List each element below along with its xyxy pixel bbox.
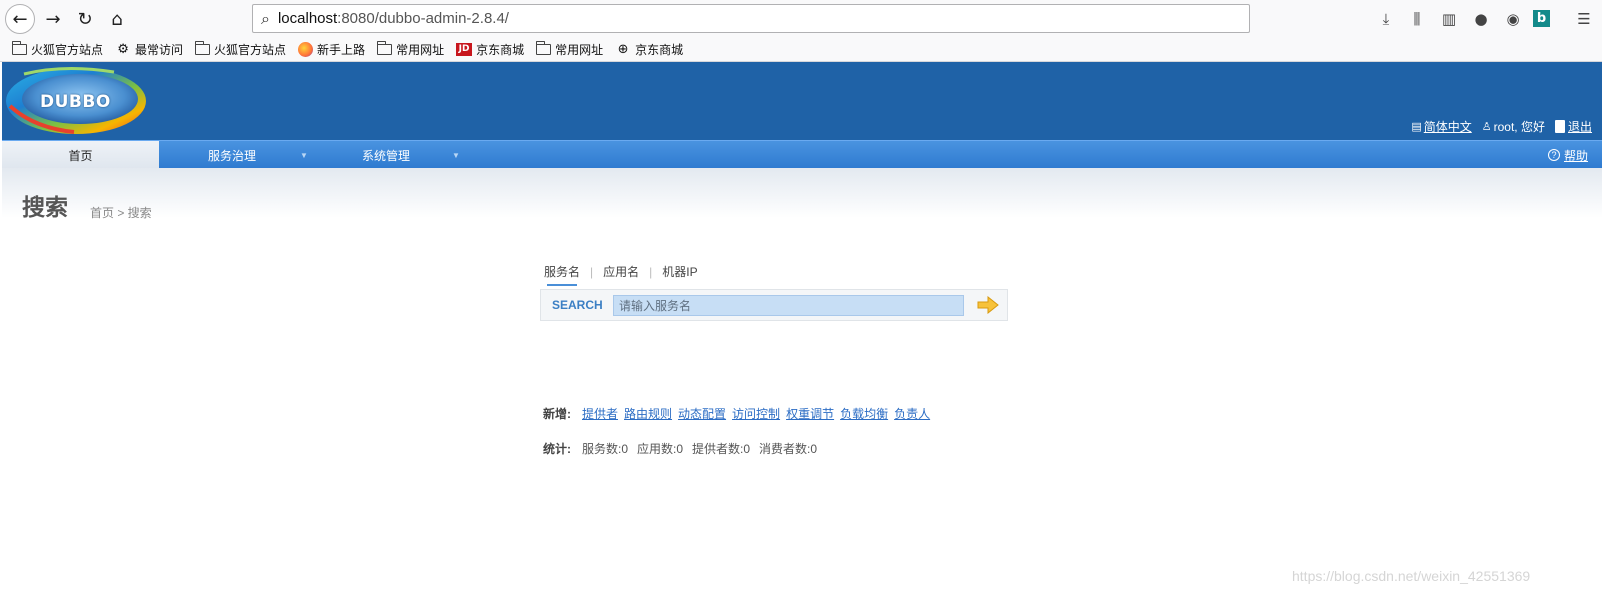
add-row: 新增: 提供者 路由规则 动态配置 访问控制 权重调节 负载均衡 负责人 <box>543 405 936 422</box>
logo-text: DUBBO <box>40 92 111 112</box>
stat-services: 服务数:0 <box>582 442 629 456</box>
help-icon: ? <box>1547 149 1560 161</box>
language-link[interactable]: 简体中文 <box>1424 118 1472 135</box>
stat-consumers: 消费者数:0 <box>759 442 818 456</box>
site-header: DUBBO ▤ 简体中文 ♙ root, 您好 退出 <box>2 62 1602 140</box>
stats-row: 统计: 服务数:0 应用数:0 提供者数:0 消费者数:0 <box>543 440 826 457</box>
gear-icon: ⚙ <box>117 41 129 57</box>
menu-label: 系统管理 <box>362 148 411 163</box>
add-access-link[interactable]: 访问控制 <box>732 405 780 422</box>
page-content: DUBBO ▤ 简体中文 ♙ root, 您好 退出 首页 服务治理 ▼ 系统管理 … <box>2 62 1602 608</box>
watermark: https://blog.csdn.net/weixin_42551369 <box>1292 568 1531 584</box>
firefox-icon <box>298 41 314 57</box>
menu-service-governance[interactable]: 服务治理 ▼ <box>208 141 308 169</box>
bookmark-item[interactable]: 新手上路 <box>298 41 365 58</box>
search-tabs: 服务名 | 应用名 | 机器IP <box>544 263 698 286</box>
stat-providers: 提供者数:0 <box>692 442 751 456</box>
bookmark-item[interactable]: ⊕ 京东商城 <box>615 41 683 58</box>
caret-down-icon: ▼ <box>300 150 308 160</box>
bookmark-label: 新手上路 <box>317 42 366 57</box>
bookmark-label: 京东商城 <box>635 42 684 57</box>
tab-service-name[interactable]: 服务名 <box>544 263 580 286</box>
page-title: 搜索 <box>22 194 68 220</box>
logout-icon <box>1554 120 1565 133</box>
menu-home[interactable]: 首页 <box>2 141 159 169</box>
folder-icon <box>536 40 552 55</box>
library-icon[interactable]: ⫼ <box>1406 8 1428 30</box>
bookmark-item[interactable]: 常用网址 <box>536 40 604 58</box>
add-label: 新增: <box>543 407 571 421</box>
tab-separator: | <box>649 264 653 279</box>
user-bar: ▤ 简体中文 ♙ root, 您好 退出 <box>1411 118 1602 135</box>
bookmark-label: 京东商城 <box>476 42 525 57</box>
title-band: 搜索 首页 > 搜索 <box>2 168 1602 221</box>
bookmark-item[interactable]: ⚙ 最常访问 <box>115 41 183 58</box>
add-loadbalance-link[interactable]: 负载均衡 <box>840 405 888 422</box>
arrow-right-icon[interactable] <box>977 296 999 314</box>
reload-icon[interactable]: ↻ <box>70 4 100 34</box>
add-owner-link[interactable]: 负责人 <box>894 405 930 422</box>
url-host: localhost <box>277 10 338 27</box>
tab-application-name[interactable]: 应用名 <box>603 263 639 280</box>
search-icon: ⌕ <box>261 8 270 28</box>
url-path: :8080/dubbo-admin-2.8.4/ <box>337 10 509 27</box>
menu-system-management[interactable]: 系统管理 ▼ <box>362 141 460 169</box>
bookmark-item[interactable]: 火狐官方站点 <box>195 40 287 58</box>
tab-separator: | <box>590 264 594 279</box>
chat-icon[interactable]: ● <box>1470 8 1492 30</box>
logout-link[interactable]: 退出 <box>1568 118 1592 135</box>
logout[interactable]: 退出 <box>1554 118 1592 135</box>
menu-label: 服务治理 <box>208 148 257 163</box>
bookmark-label: 最常访问 <box>135 42 184 57</box>
sidebar-icon[interactable]: ▥ <box>1438 8 1460 30</box>
bing-icon[interactable]: b <box>1533 10 1550 27</box>
forward-arrow-icon[interactable]: → <box>38 4 68 34</box>
bookmark-item[interactable]: JD 京东商城 <box>456 41 524 58</box>
language-switch[interactable]: ▤ 简体中文 <box>1411 118 1471 135</box>
folder-icon <box>195 40 211 55</box>
user-greeting: root, 您好 <box>1493 120 1545 134</box>
search-label: SEARCH <box>552 298 603 312</box>
user-info: ♙ root, 您好 <box>1482 118 1545 135</box>
add-weight-link[interactable]: 权重调节 <box>786 405 834 422</box>
bookmark-item[interactable]: 常用网址 <box>377 40 445 58</box>
breadcrumb[interactable]: 首页 > 搜索 <box>90 204 152 221</box>
back-arrow-icon[interactable]: ← <box>5 4 35 34</box>
document-icon: ▤ <box>1411 120 1422 133</box>
folder-icon <box>377 40 393 55</box>
menu-icon[interactable]: ☰ <box>1573 8 1595 30</box>
add-config-link[interactable]: 动态配置 <box>678 405 726 422</box>
stat-applications: 应用数:0 <box>637 442 684 456</box>
address-bar[interactable]: ⌕ localhost:8080/dubbo-admin-2.8.4/ <box>252 4 1250 33</box>
help-link[interactable]: 帮助 <box>1564 147 1588 164</box>
stats-label: 统计: <box>543 442 571 456</box>
bookmark-label: 火狐官方站点 <box>214 42 287 57</box>
main-menu: 首页 服务治理 ▼ 系统管理 ▼ ? 帮助 <box>2 140 1602 169</box>
folder-icon <box>12 40 27 55</box>
bookmark-label: 常用网址 <box>555 42 604 57</box>
dubbo-logo[interactable]: DUBBO <box>4 66 148 136</box>
search-box: SEARCH <box>540 289 1008 321</box>
bookmarks-bar: 火狐官方站点 ⚙ 最常访问 火狐官方站点 新手上路 常用网址 JD 京东商城 常用网… <box>0 37 1602 62</box>
browser-toolbar: ← → ↻ ⌂ ⌕ localhost:8080/dubbo-admin-2.8… <box>0 0 1602 37</box>
jd-icon: JD <box>456 42 473 56</box>
add-provider-link[interactable]: 提供者 <box>582 405 618 422</box>
bookmark-label: 常用网址 <box>396 42 445 57</box>
add-route-link[interactable]: 路由规则 <box>624 405 672 422</box>
bookmark-item[interactable]: 火狐官方站点 <box>12 40 104 58</box>
bookmark-label: 火狐官方站点 <box>31 42 104 57</box>
caret-down-icon: ▼ <box>452 150 460 160</box>
account-icon[interactable]: ◉ <box>1502 8 1524 30</box>
user-icon: ♙ <box>1481 120 1492 133</box>
search-input[interactable] <box>613 295 964 316</box>
download-icon[interactable]: ⤓ <box>1375 8 1397 30</box>
menu-help[interactable]: ? 帮助 <box>1547 141 1588 169</box>
tab-machine-ip[interactable]: 机器IP <box>662 263 697 280</box>
home-icon[interactable]: ⌂ <box>102 4 132 34</box>
globe-icon: ⊕ <box>617 41 629 57</box>
